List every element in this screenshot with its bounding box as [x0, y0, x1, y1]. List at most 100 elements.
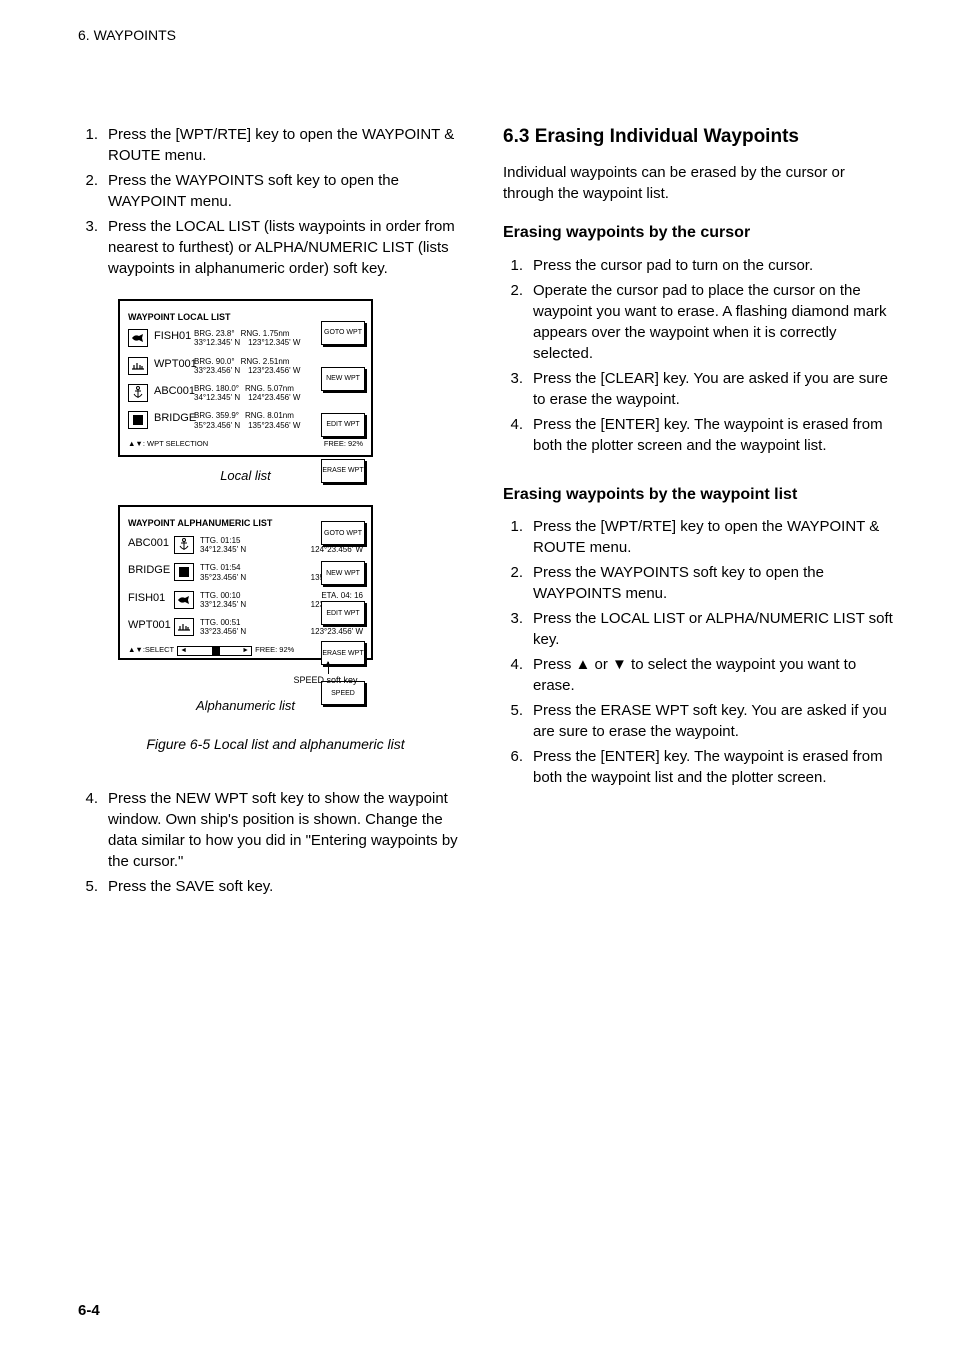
- rng: RNG. 8.01nm: [245, 411, 294, 420]
- local-list-figure: WAYPOINT LOCAL LIST FISH01 BRG. 23.8°RNG…: [118, 299, 473, 486]
- right-column: 6.3 Erasing Individual Waypoints Individ…: [503, 124, 894, 902]
- brg: BRG. 23.8°: [194, 329, 235, 338]
- subsection-title: Erasing waypoints by the waypoint list: [503, 484, 894, 506]
- lat: 33°23.456' N: [200, 627, 246, 636]
- step-text: Press ▲ or ▼ to select the waypoint you …: [533, 654, 894, 696]
- brg: BRG. 180.0°: [194, 384, 239, 393]
- page-number: 6-4: [78, 1300, 100, 1321]
- step-num: 6.: [503, 746, 523, 788]
- step-num: 3.: [78, 216, 98, 279]
- lat: 35°23.456' N: [194, 421, 240, 430]
- step-num: 2.: [78, 170, 98, 212]
- step-text: Press the ERASE WPT soft key. You are as…: [533, 700, 894, 742]
- arrow-up-icon: [328, 662, 329, 674]
- lat: 33°12.345' N: [194, 338, 240, 347]
- goto-wpt-button[interactable]: GOTO WPT: [321, 321, 365, 345]
- wpt-name: ABC001: [154, 384, 194, 399]
- hint-left: ▲▼: WPT SELECTION: [128, 439, 208, 450]
- step-num: 2.: [503, 280, 523, 364]
- step-num: 1.: [503, 255, 523, 276]
- step-text: Press the LOCAL LIST (lists waypoints in…: [108, 216, 473, 279]
- step-text: Press the [CLEAR] key. You are asked if …: [533, 368, 894, 410]
- square-icon: [128, 411, 148, 429]
- lat: 33°12.345' N: [200, 600, 246, 609]
- lat: 35°23.456' N: [200, 573, 246, 582]
- rng: RNG. 2.51nm: [241, 357, 290, 366]
- goto-wpt-button[interactable]: GOTO WPT: [321, 521, 365, 545]
- step-text: Press the [WPT/RTE] key to open the WAYP…: [108, 124, 473, 166]
- page-header: 6. WAYPOINTS: [0, 0, 954, 46]
- erase-cursor-steps: 1. Press the cursor pad to turn on the cu…: [503, 255, 894, 456]
- step-num: 5.: [503, 700, 523, 742]
- section-label: 6. WAYPOINTS: [78, 27, 176, 43]
- step-num: 4.: [503, 414, 523, 456]
- steps-list-top: 1.Press the [WPT/RTE] key to open the WA…: [78, 124, 473, 279]
- intro-text: Individual waypoints can be erased by th…: [503, 162, 894, 204]
- fish-icon: [128, 329, 148, 347]
- edit-wpt-button[interactable]: EDIT WPT: [321, 601, 365, 625]
- figure-caption: Figure 6-5 Local list and alphanumeric l…: [78, 735, 473, 755]
- left-column: 1.Press the [WPT/RTE] key to open the WA…: [78, 124, 473, 902]
- step-text: Operate the cursor pad to place the curs…: [533, 280, 894, 364]
- step-text: Press the [ENTER] key. The waypoint is e…: [533, 746, 894, 788]
- square-icon: [174, 563, 194, 581]
- step-num: 1.: [503, 516, 523, 558]
- step-text: Press the [ENTER] key. The waypoint is e…: [533, 414, 894, 456]
- step-text: Press the SAVE soft key.: [108, 876, 473, 897]
- ttg: TTG. 00:51: [200, 618, 240, 627]
- hint-left: ▲▼:SELECT: [128, 645, 174, 656]
- erase-wpt-button[interactable]: ERASE WPT: [321, 459, 365, 483]
- device-frame-local: WAYPOINT LOCAL LIST FISH01 BRG. 23.8°RNG…: [118, 299, 373, 458]
- step-text: Press the [WPT/RTE] key to open the WAYP…: [533, 516, 894, 558]
- rng: RNG. 1.75nm: [241, 329, 290, 338]
- new-wpt-button[interactable]: NEW WPT: [321, 561, 365, 585]
- lat: 34°12.345' N: [200, 545, 246, 554]
- wreck-icon: [174, 618, 194, 636]
- step-num: 2.: [503, 562, 523, 604]
- wpt-name: BRIDGE: [128, 563, 174, 578]
- new-wpt-button[interactable]: NEW WPT: [321, 367, 365, 391]
- steps-list-bottom: 4.Press the NEW WPT soft key to show the…: [78, 788, 473, 897]
- wpt-name: FISH01: [128, 591, 174, 606]
- wpt-name: BRIDGE: [154, 411, 194, 426]
- step-num: 4.: [78, 788, 98, 872]
- scroll-bar[interactable]: ◄ ►: [177, 646, 252, 656]
- lon: 123°12.345' W: [248, 338, 300, 347]
- device-frame-alpha: WAYPOINT ALPHANUMERIC LIST ABC001 TTG. 0…: [118, 505, 373, 660]
- brg: BRG. 359.9°: [194, 411, 239, 420]
- hint-right: FREE: 92%: [255, 645, 294, 656]
- wpt-name: ABC001: [128, 536, 174, 551]
- scroll-thumb[interactable]: [212, 647, 220, 655]
- brg: BRG. 90.0°: [194, 357, 235, 366]
- ttg: TTG. 01:15: [200, 536, 240, 545]
- scroll-left-icon: ◄: [180, 646, 187, 656]
- lon: 123°23.456' W: [248, 366, 300, 375]
- ttg: TTG. 00:10: [200, 591, 240, 600]
- wpt-name: FISH01: [154, 329, 194, 344]
- anchor-icon: [128, 384, 148, 402]
- step-num: 5.: [78, 876, 98, 897]
- wpt-name: WPT001: [128, 618, 174, 633]
- section-title: 6.3 Erasing Individual Waypoints: [503, 124, 894, 151]
- step-text: Press the NEW WPT soft key to show the w…: [108, 788, 473, 872]
- erase-list-steps: 1.Press the [WPT/RTE] key to open the WA…: [503, 516, 894, 788]
- softkeys: GOTO WPT NEW WPT EDIT WPT ERASE WPT: [321, 321, 365, 483]
- anchor-icon: [174, 536, 194, 554]
- rng: RNG. 5.07nm: [245, 384, 294, 393]
- fish-icon: [174, 591, 194, 609]
- page-body: 1.Press the [WPT/RTE] key to open the WA…: [0, 46, 954, 902]
- lon: 124°23.456' W: [248, 393, 300, 402]
- edit-wpt-button[interactable]: EDIT WPT: [321, 413, 365, 437]
- wpt-name: WPT001: [154, 357, 194, 372]
- scroll-right-icon: ►: [242, 646, 249, 656]
- step-num: 4.: [503, 654, 523, 696]
- ttg: TTG. 01:54: [200, 563, 240, 572]
- step-num: 1.: [78, 124, 98, 166]
- step-text: Press the cursor pad to turn on the curs…: [533, 255, 894, 276]
- step-text: Press the WAYPOINTS soft key to open the…: [108, 170, 473, 212]
- step-num: 3.: [503, 368, 523, 410]
- alpha-list-figure: WAYPOINT ALPHANUMERIC LIST ABC001 TTG. 0…: [118, 505, 473, 714]
- wreck-icon: [128, 357, 148, 375]
- lat: 33°23.456' N: [194, 366, 240, 375]
- step-text: Press the WAYPOINTS soft key to open the…: [533, 562, 894, 604]
